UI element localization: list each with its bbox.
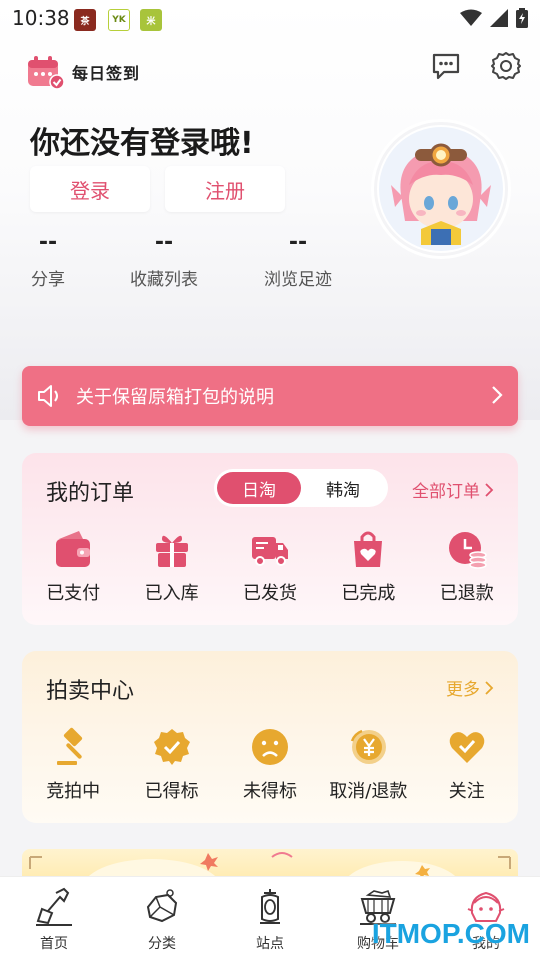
order-paid-label: 已支付 (46, 583, 101, 604)
order-completed-label: 已完成 (341, 583, 396, 604)
nav-home[interactable]: 首页 (9, 887, 99, 953)
auction-won[interactable]: 已得标 (124, 727, 220, 803)
gift-icon (155, 535, 188, 567)
daily-signin-button[interactable]: 每日签到 (26, 54, 140, 90)
watermark-text: ITMOP.COM (371, 918, 530, 949)
auction-bidding-label: 竞拍中 (46, 781, 101, 802)
chevron-right-icon (485, 680, 494, 695)
order-shipped[interactable]: 已发货 (222, 529, 318, 605)
order-warehoused[interactable]: 已入库 (124, 529, 220, 605)
stat-value: -- (38, 230, 58, 255)
auction-more-link[interactable]: 更多 (446, 675, 494, 700)
order-warehoused-label: 已入库 (144, 583, 199, 604)
status-bar: 10:38 茶 YK 米 (0, 0, 540, 38)
sad-face-icon (251, 729, 288, 765)
avatar[interactable] (374, 122, 508, 256)
auction-won-label: 已得标 (144, 781, 199, 802)
app-notification-icon: 茶 (74, 9, 96, 31)
gear-icon[interactable] (490, 50, 522, 82)
wallet-icon (56, 531, 91, 567)
order-completed[interactable]: 已完成 (320, 529, 416, 605)
notice-banner[interactable]: 关于保留原箱打包的说明 (22, 366, 518, 426)
auction-title: 拍卖中心 (46, 679, 135, 704)
chevron-right-icon (485, 482, 494, 497)
nav-category-label: 分类 (148, 936, 176, 952)
stat-favorites[interactable]: -- 收藏列表 (124, 230, 204, 290)
battery-icon (516, 8, 528, 28)
notice-text: 关于保留原箱打包的说明 (76, 387, 274, 408)
lantern-icon (260, 889, 280, 924)
ore-icon (146, 889, 178, 923)
tab-japan[interactable]: 日淘 (217, 472, 301, 504)
status-indicators (460, 8, 528, 28)
tab-korea[interactable]: 韩淘 (301, 472, 385, 504)
stat-share[interactable]: -- 分享 (22, 230, 74, 290)
gavel-icon (57, 727, 83, 765)
status-time: 10:38 (12, 6, 70, 30)
order-refunded-label: 已退款 (439, 583, 494, 604)
login-prompt-title: 你还没有登录哦! (30, 126, 254, 161)
app-notification-icon: 米 (140, 9, 162, 31)
wifi-icon (460, 9, 482, 26)
stat-value: -- (154, 230, 174, 255)
yen-coin-icon (351, 729, 387, 764)
login-button[interactable]: 登录 (30, 166, 150, 212)
auction-card: 拍卖中心 更多 竞拍中 已得标 未得标 取消/退款 关注 (22, 651, 518, 823)
chevron-right-icon (492, 386, 503, 404)
signin-label: 每日签到 (72, 64, 141, 83)
speaker-icon (38, 385, 58, 407)
calendar-check-icon (28, 56, 65, 90)
auction-lost[interactable]: 未得标 (222, 727, 318, 803)
stat-value: -- (288, 230, 308, 255)
auction-watch-label: 关注 (448, 781, 485, 802)
orders-title: 我的订单 (46, 481, 135, 506)
message-icon[interactable] (430, 50, 462, 82)
signal-icon (490, 9, 508, 27)
auction-cancel-refund-label: 取消/退款 (329, 781, 408, 802)
bag-heart-icon (354, 531, 383, 567)
shovel-icon (36, 887, 72, 926)
auction-cancel-refund[interactable]: 取消/退款 (320, 727, 416, 803)
all-orders-label: 全部订单 (412, 482, 480, 502)
nav-site[interactable]: 站点 (225, 887, 315, 953)
all-orders-link[interactable]: 全部订单 (412, 477, 494, 502)
stat-history[interactable]: -- 浏览足迹 (258, 230, 338, 290)
order-paid[interactable]: 已支付 (25, 529, 121, 605)
app-notification-icon: YK (108, 9, 130, 31)
nav-category[interactable]: 分类 (117, 887, 207, 953)
refund-icon (448, 532, 487, 569)
auction-more-label: 更多 (446, 680, 480, 700)
heart-check-icon (449, 732, 485, 763)
auction-bidding[interactable]: 竞拍中 (25, 727, 121, 803)
check-badge-icon (153, 729, 190, 765)
stat-label: 分享 (31, 270, 65, 290)
auction-watch[interactable]: 关注 (419, 727, 515, 803)
order-shipped-label: 已发货 (242, 583, 297, 604)
orders-region-toggle[interactable]: 日淘 韩淘 (214, 469, 388, 507)
register-button[interactable]: 注册 (165, 166, 285, 212)
order-refunded[interactable]: 已退款 (419, 529, 515, 605)
truck-icon (251, 537, 288, 566)
nav-site-label: 站点 (256, 936, 284, 952)
auction-lost-label: 未得标 (242, 781, 297, 802)
stat-label: 收藏列表 (130, 270, 198, 290)
stat-label: 浏览足迹 (264, 270, 332, 290)
nav-home-label: 首页 (40, 936, 68, 952)
orders-card: 我的订单 日淘 韩淘 全部订单 已支付 已入库 已发货 已完成 已退款 (22, 453, 518, 625)
avatar-character-icon (379, 127, 503, 251)
